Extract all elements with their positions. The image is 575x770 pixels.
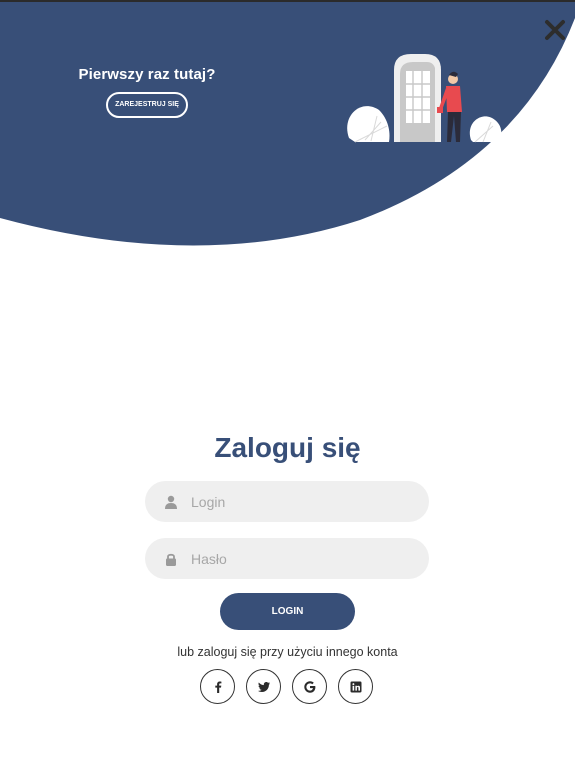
twitter-icon bbox=[257, 681, 270, 692]
google-icon bbox=[303, 680, 315, 693]
alt-login-text: lub zaloguj się przy użyciu innego konta bbox=[177, 645, 398, 659]
password-input[interactable] bbox=[191, 538, 401, 579]
lock-icon bbox=[166, 553, 176, 566]
twitter-button[interactable] bbox=[246, 669, 281, 704]
facebook-icon bbox=[214, 681, 221, 693]
door-illustration bbox=[347, 52, 503, 146]
user-icon bbox=[165, 495, 177, 509]
login-button[interactable]: LOGIN bbox=[220, 593, 355, 630]
signup-block: Pierwszy raz tutaj? ZAREJESTRUJ SIĘ bbox=[62, 66, 232, 118]
facebook-button[interactable] bbox=[200, 669, 235, 704]
linkedin-button[interactable] bbox=[338, 669, 373, 704]
signup-title: Pierwszy raz tutaj? bbox=[78, 66, 216, 83]
linkedin-icon bbox=[350, 681, 361, 692]
google-button[interactable] bbox=[292, 669, 327, 704]
login-field bbox=[145, 481, 429, 522]
login-input[interactable] bbox=[191, 481, 401, 522]
login-title: Zaloguj się bbox=[214, 432, 361, 463]
close-button[interactable] bbox=[542, 17, 568, 43]
password-field bbox=[145, 538, 429, 579]
signup-button[interactable]: ZAREJESTRUJ SIĘ bbox=[106, 92, 188, 118]
social-login-group bbox=[200, 669, 374, 705]
close-icon bbox=[545, 20, 565, 40]
